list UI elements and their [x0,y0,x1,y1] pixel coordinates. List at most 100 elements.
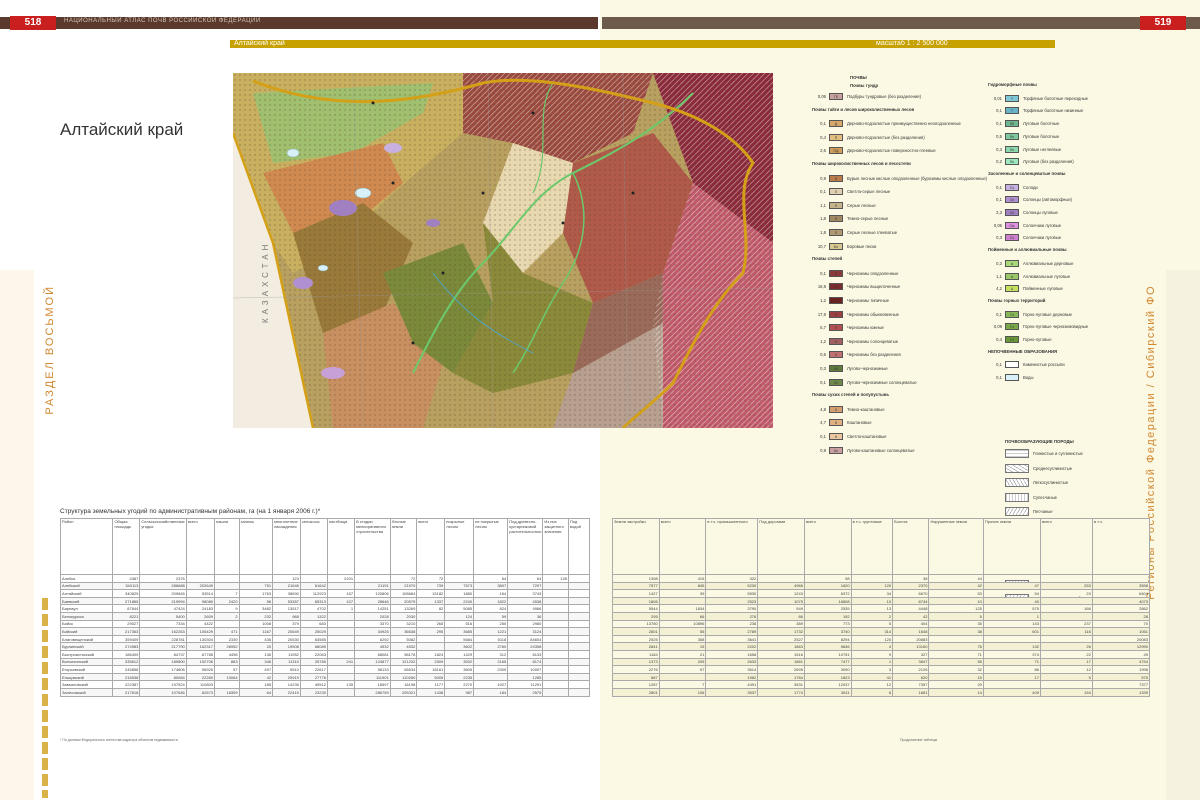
table-cell: 86 [757,611,805,621]
district-name-cell: Егорьевский [59,665,114,674]
table-header-cell: пастбища [326,518,356,575]
legend-col2-heading: Засоленные и солонцеватые почвы [988,170,1066,176]
table-header-cell: покрытые лесом [444,518,475,575]
table-cell: 3602 [444,642,475,651]
table-header-cell: Земли застройки [612,518,660,575]
scale-label: масштаб 1 : 2 500 000 [876,40,948,47]
legend-swatch: Ч [829,283,843,291]
legend-label: Черноземы южные [847,325,884,331]
table-cell [542,634,569,644]
table-cell [658,672,707,682]
table-header-cell: залежь [238,518,274,575]
table-header-cell: Под водой [567,518,591,575]
table-cell: 130304 [185,634,216,644]
legend-swatch [1005,361,1019,369]
table-cell: 34 [850,589,894,598]
table-cell: 1 [326,604,356,613]
legend-share: 0,1 [996,375,1002,381]
table-cell: 12 [850,680,894,689]
table-header-cell: в т.ч. промышленного [705,518,759,575]
table-cell: 36638 [389,627,418,636]
legend-col1-heading: Почвы широколиственных лесов и лесостепи [812,161,911,166]
table-cell: 2862 [1091,604,1151,613]
rock-label: Среднесуглинистые [1033,465,1073,471]
table-cell [1039,680,1093,689]
table-cell: 10007 [507,665,544,674]
legend-label: Серые лесные глееватые [847,230,898,235]
table-header-cell: всего [185,518,216,575]
legend-share: 0,4 [820,134,826,140]
table-cell: 56 [238,596,274,606]
table-cell: 20883 [892,634,930,644]
table-header-cell: в т.ч. [1091,518,1151,575]
table-cell: 64 [238,687,274,697]
table-cell [542,687,569,697]
table-cell [567,589,591,598]
table-row: Благовещенский 359409 228781 130304 2339 435 2… [59,634,591,644]
table-cell [1039,634,1093,644]
table-cell: 2240 [444,596,475,606]
table-cell: 34925 [354,627,391,636]
table-row: Егорьевский 245858 174806 96925 57 497 5510 226… [59,665,591,674]
legend-share: 0,4 [996,337,1002,342]
district-name-cell: Ельцовский [59,672,114,682]
table-cell [1039,596,1093,606]
table-cell: 54 [982,589,1041,598]
table-cell: 116 [1039,627,1093,636]
table-cell: 2235 [444,672,475,682]
table-cell: 20579 [389,596,418,606]
table-cell: 601 [982,627,1041,636]
table-row: 5544 1834 3790 549 2535 13 4448 125 575 166 2862 [612,604,1151,613]
legend-swatch: Ч [829,351,843,359]
legend-col1-item: 0,06 ТБ Подбуры тундровые (без разделения) [812,93,921,100]
table-cell [567,649,591,659]
table-cell: 1051 [1091,627,1151,636]
table-cell: 1398 [612,574,660,583]
table-cell: 57 [658,665,707,674]
legend-col1-item: 0,6 Ч Черноземы без разделения [812,351,901,359]
legend-col1-item: 5,7 Ч Черноземы южные [812,324,884,332]
table-cell [982,680,1041,689]
legend-label: Аллювиальные луговые [1023,273,1071,279]
table-cell: 232 [238,611,274,621]
table-cell [214,574,240,583]
table-cell: 228781 [139,634,187,644]
table-cell: 10751 [803,649,852,659]
table-row: Бийск 29027 7334 4422 1008 379 683 3370 3210 265 5… [59,619,591,629]
table-cell: 1243 [757,589,805,598]
table-cell: 4491 [705,680,759,689]
table-cell: 2801 [612,687,660,697]
table-cell: 575 [982,604,1041,613]
table-cell: 18359 [214,687,240,697]
table-cell: 53514 [185,589,216,598]
legend-col2-item: 0,1 Воды [988,374,1033,382]
table-cell: 1339 [1091,687,1151,697]
rock-legend-item: Легкосуглинистые [1005,478,1163,487]
table-header-cell: в т.ч. грунтовые [850,518,894,575]
table-cell: 166 [1039,604,1093,613]
table-header-cell: Нарушенные земли [928,518,984,575]
table-cell [214,581,240,591]
table-cell [1039,611,1093,621]
table-cell: 2523 [705,596,759,606]
rock-pattern-swatch [1005,492,1029,502]
table-cell: 13160 [892,642,930,651]
table-cell: 575 [1091,672,1151,682]
table-cell: 286688 [139,581,187,591]
district-name-cell: Бурлинский [59,642,114,651]
table-cell: 14 [928,687,984,697]
table-cell: 55 [928,657,984,667]
table-cell: 23230 [299,687,328,697]
legend-col2-item: 0,3 А Аллювиальные дерновые [988,259,1073,267]
table-cell: 27776 [299,672,328,682]
table-cell: 1177 [416,680,446,689]
table-cell: 21 [658,649,707,659]
table-cell: 4966 [757,581,805,591]
table-cell: 205 [658,657,707,667]
table-cell: 241 [326,657,356,667]
legend-share: 0,1 [996,197,1002,203]
legend-col1-item: 0,4 П Дерново-подзолистые (без разделения) [812,133,925,141]
table-cell: 1008 [238,619,274,629]
table-cell: 41 [850,672,894,682]
table-cell: 217618 [112,687,141,697]
